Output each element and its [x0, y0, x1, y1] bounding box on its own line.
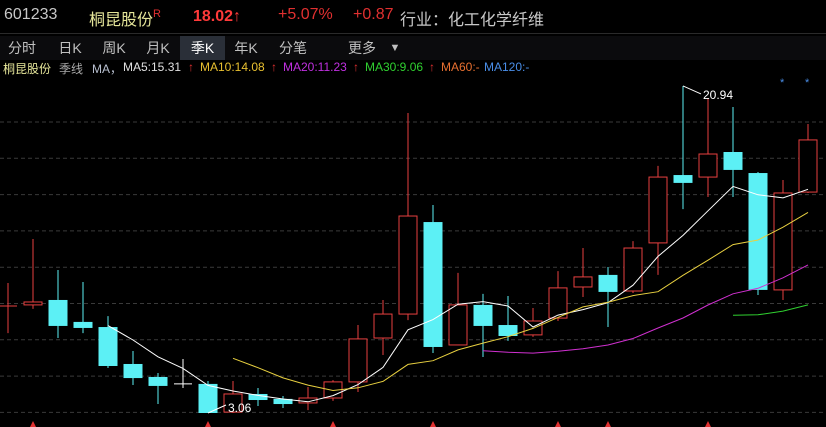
candle-up: [773, 192, 793, 291]
candle-down: [123, 363, 143, 379]
candle-up: [648, 176, 668, 244]
candle-up: [448, 304, 468, 346]
star-marker-icon: *: [805, 77, 810, 89]
candle-down: [248, 393, 268, 401]
candle-down: [73, 321, 93, 328]
event-marker-icon: [430, 421, 436, 427]
candle-down: [723, 152, 743, 170]
candle-down: [748, 173, 768, 290]
event-marker-icon: [555, 421, 561, 427]
candle-down: [98, 327, 118, 366]
candle-down: [423, 222, 443, 347]
event-marker-icon: [330, 421, 336, 427]
candle-down: [598, 274, 618, 292]
candle-down: [473, 304, 493, 326]
ma10-line: [232, 211, 809, 392]
star-marker-icon: *: [780, 77, 785, 89]
candle-down: [148, 376, 168, 386]
candle-up: [398, 215, 418, 315]
event-marker-icon: [30, 421, 36, 427]
event-marker-icon: [705, 421, 711, 427]
candle-down: [673, 175, 693, 183]
candlestick-chart[interactable]: 20.94 3.06 * *: [0, 0, 826, 427]
candle-down: [198, 383, 218, 413]
candle-up: [23, 301, 43, 306]
ma30-line: [732, 304, 809, 316]
candle-up: [348, 338, 368, 383]
candle-up: [698, 153, 718, 178]
max-price-label: 20.94: [703, 88, 733, 102]
candle-up: [798, 139, 818, 193]
min-price-label: 3.06: [228, 401, 252, 415]
candle-down: [48, 299, 68, 326]
event-marker-icon: [605, 421, 611, 427]
candle-up: [373, 313, 393, 339]
event-marker-icon: [205, 421, 211, 427]
candle-up: [573, 276, 593, 288]
max-pointer: [682, 85, 702, 95]
